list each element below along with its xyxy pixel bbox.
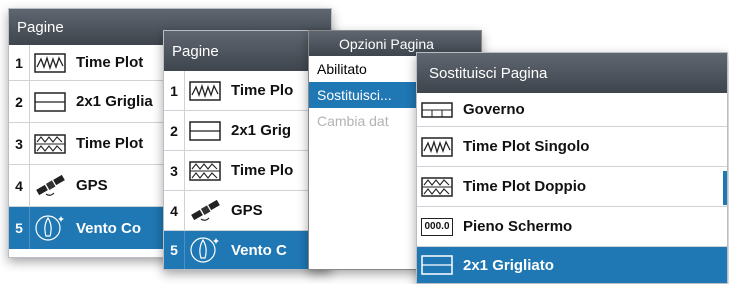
replace-item-label: 2x1 Grigliato: [463, 256, 554, 274]
page-row-5[interactable]: 5 Vento C: [164, 231, 330, 269]
page-number: 2: [9, 81, 30, 122]
page-number: 3: [164, 151, 185, 190]
page-number: 1: [9, 45, 30, 80]
satellite-icon: [185, 191, 225, 230]
time-plot-single-icon: [417, 127, 457, 166]
time-plot-single-icon: [185, 71, 225, 110]
pages-panel-header: Pagine: [164, 31, 330, 71]
replace-item-grid-2x1[interactable]: 2x1 Grigliato: [417, 247, 727, 283]
page-label: Time Plot: [76, 135, 144, 152]
page-row-3[interactable]: 3 Time Plo: [164, 151, 330, 191]
replace-item-time-plot-single[interactable]: Time Plot Singolo: [417, 127, 727, 167]
pages-panel-title: Pagine: [17, 18, 64, 36]
option-label: Sostituisci...: [317, 87, 392, 103]
replace-item-label: Governo: [463, 101, 525, 118]
page-label: GPS: [231, 202, 263, 219]
time-plot-double-icon: [417, 167, 457, 206]
replace-item-label: Time Plot Singolo: [463, 138, 590, 155]
grid-2x1-icon: [417, 247, 457, 283]
replace-item-time-plot-double[interactable]: Time Plot Doppio: [417, 167, 727, 207]
page-label: Time Plo: [231, 162, 294, 179]
page-number: 5: [9, 207, 30, 249]
wind-icon: [30, 207, 70, 249]
page-number: 2: [164, 111, 185, 150]
grid-2x1-icon: [185, 111, 225, 150]
page-row-1[interactable]: 1 Time Plo: [164, 71, 330, 111]
pages-panel-title: Pagine: [172, 42, 219, 60]
time-plot-single-icon: [30, 45, 70, 80]
page-label: 2x1 Grig: [231, 122, 292, 139]
replace-item-label: Time Plot Doppio: [463, 178, 587, 195]
page-number: 5: [164, 231, 185, 269]
scrollbar-thumb[interactable]: [723, 171, 727, 205]
time-plot-double-icon: [30, 123, 70, 164]
pages-panel-front: Pagine 1 Time Plo 2 2x1 Grig 3 Time Plo …: [163, 30, 331, 270]
steering-icon: [417, 93, 457, 126]
replace-item-governo[interactable]: Governo: [417, 93, 727, 127]
grid-2x1-icon: [30, 81, 70, 122]
page-label: Time Plot: [76, 54, 144, 71]
replace-page-panel: Sostituisci Pagina Governo Time Plot Sin…: [416, 52, 728, 284]
page-label: Vento C: [231, 241, 287, 259]
option-label: Cambia dat: [317, 113, 389, 129]
replace-page-header: Sostituisci Pagina: [417, 53, 727, 93]
time-plot-double-icon: [185, 151, 225, 190]
page-label: 2x1 Griglia: [76, 93, 153, 110]
page-label: Vento Co: [76, 219, 142, 237]
replace-item-full-screen[interactable]: 000.0 Pieno Schermo: [417, 207, 727, 247]
satellite-icon: [30, 165, 70, 206]
page-options-title: Opzioni Pagina: [339, 35, 434, 52]
page-number: 1: [164, 71, 185, 110]
full-screen-digital-icon: 000.0: [417, 207, 457, 246]
replace-page-title: Sostituisci Pagina: [429, 64, 548, 82]
digital-readout-text: 000.0: [421, 217, 453, 236]
page-label: GPS: [76, 177, 108, 194]
page-number: 4: [164, 191, 185, 230]
page-label: Time Plo: [231, 82, 294, 99]
page-number: 4: [9, 165, 30, 206]
page-row-2[interactable]: 2 2x1 Grig: [164, 111, 330, 151]
page-number: 3: [9, 123, 30, 164]
option-label: Abilitato: [317, 61, 367, 77]
wind-icon: [185, 231, 225, 269]
page-row-4[interactable]: 4 GPS: [164, 191, 330, 231]
replace-item-label: Pieno Schermo: [463, 218, 573, 235]
